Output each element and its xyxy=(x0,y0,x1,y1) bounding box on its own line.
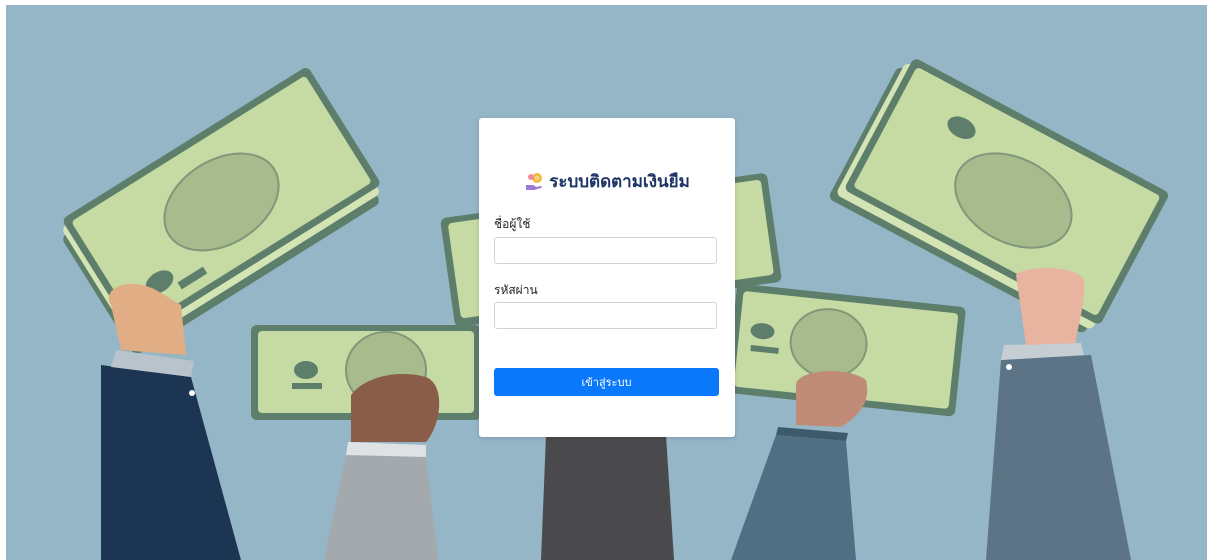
arm-teal-sleeve xyxy=(731,370,868,560)
background-illustration: ระบบติดตามเงินยืม ชื่อผู้ใช้ รหัสผ่าน เข… xyxy=(6,5,1207,560)
brand-header: ระบบติดตามเงินยืม xyxy=(479,168,735,195)
arm-navy-suit xyxy=(101,283,241,560)
username-input[interactable] xyxy=(494,237,717,264)
username-label: ชื่อผู้ใช้ xyxy=(494,217,531,231)
arm-slate-sleeve xyxy=(986,268,1131,560)
password-input[interactable] xyxy=(494,302,717,329)
coin-hand-icon xyxy=(526,172,543,190)
password-label: รหัสผ่าน xyxy=(494,283,538,297)
login-card: ระบบติดตามเงินยืม ชื่อผู้ใช้ รหัสผ่าน เข… xyxy=(479,118,735,437)
app-title: ระบบติดตามเงินยืม xyxy=(549,172,690,192)
banknote-stack-right xyxy=(829,59,1168,333)
banknote-stack-left xyxy=(63,68,380,354)
login-button[interactable]: เข้าสู่ระบบ xyxy=(494,368,719,396)
arm-dark-center xyxy=(541,435,674,560)
